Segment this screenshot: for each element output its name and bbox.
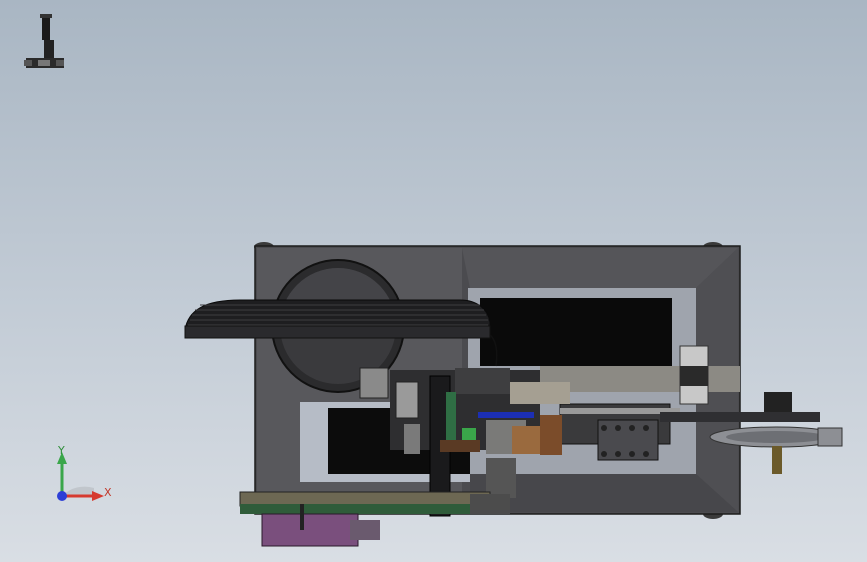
machine-model[interactable]	[0, 0, 867, 562]
inner-dark-area	[480, 298, 672, 366]
bevel-top	[462, 248, 738, 288]
coordinate-triad: Y X	[40, 440, 120, 510]
cad-viewport[interactable]: Y X	[0, 0, 867, 562]
axis-arrows	[57, 452, 104, 501]
base-plate	[239, 491, 491, 507]
base-purple-block	[261, 513, 359, 547]
z-axis-dot	[57, 491, 67, 501]
x-axis-arrow	[92, 491, 104, 501]
pulley-arm	[660, 412, 820, 422]
x-axis-label: X	[104, 486, 112, 499]
y-axis-label: Y	[58, 444, 65, 457]
